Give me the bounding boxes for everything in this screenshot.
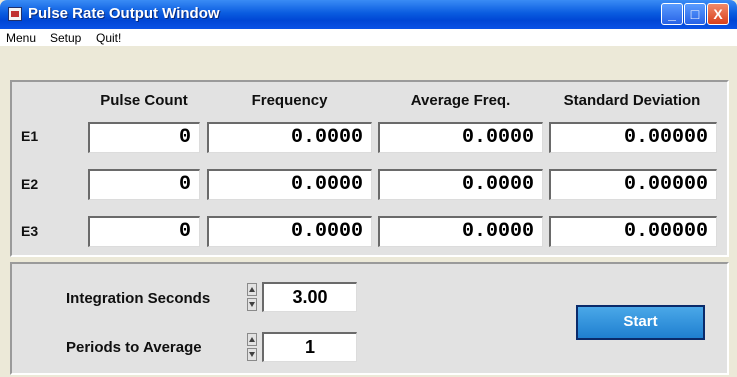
std-dev-e3: 0.00000 bbox=[549, 216, 717, 247]
std-dev-e1: 0.00000 bbox=[549, 122, 717, 153]
pulse-count-e2: 0 bbox=[88, 169, 200, 200]
integration-seconds-input[interactable]: 3.00 bbox=[262, 282, 357, 312]
menu-bar: Menu Setup Quit! bbox=[0, 29, 737, 46]
row-label-e2: E2 bbox=[21, 176, 39, 192]
spin-down-arrow-icon[interactable] bbox=[247, 348, 257, 361]
spin-up-arrow-icon[interactable] bbox=[247, 283, 257, 296]
periods-to-average-input[interactable]: 1 bbox=[262, 332, 357, 362]
std-dev-e2: 0.00000 bbox=[549, 169, 717, 200]
start-button[interactable]: Start bbox=[576, 305, 705, 340]
pulse-count-e3: 0 bbox=[88, 216, 200, 247]
average-freq-e2: 0.0000 bbox=[378, 169, 543, 200]
minimize-button[interactable]: _ bbox=[661, 3, 683, 25]
spin-up-arrow-icon[interactable] bbox=[247, 333, 257, 346]
header-standard-deviation: Standard Deviation bbox=[563, 92, 701, 109]
header-frequency: Frequency bbox=[251, 92, 328, 109]
menu-item-quit[interactable]: Quit! bbox=[96, 31, 121, 45]
integration-seconds-label: Integration Seconds bbox=[66, 290, 211, 307]
frequency-e1: 0.0000 bbox=[207, 122, 372, 153]
integration-seconds-spinner[interactable] bbox=[247, 283, 259, 311]
close-button[interactable]: X bbox=[707, 3, 729, 25]
frequency-e3: 0.0000 bbox=[207, 216, 372, 247]
spin-down-arrow-icon[interactable] bbox=[247, 298, 257, 311]
pulse-rate-output-window: Pulse Rate Output Window _ □ X Menu Setu… bbox=[0, 0, 737, 377]
average-freq-e3: 0.0000 bbox=[378, 216, 543, 247]
menu-item-menu[interactable]: Menu bbox=[6, 31, 36, 45]
pulse-count-e1: 0 bbox=[88, 122, 200, 153]
row-label-e3: E3 bbox=[21, 223, 39, 239]
frequency-e2: 0.0000 bbox=[207, 169, 372, 200]
maximize-button[interactable]: □ bbox=[684, 3, 706, 25]
header-pulse-count: Pulse Count bbox=[100, 92, 188, 109]
menu-item-setup[interactable]: Setup bbox=[50, 31, 81, 45]
periods-to-average-spinner[interactable] bbox=[247, 333, 259, 361]
periods-to-average-label: Periods to Average bbox=[66, 339, 202, 356]
average-freq-e1: 0.0000 bbox=[378, 122, 543, 153]
header-average-freq: Average Freq. bbox=[410, 92, 511, 109]
row-label-e1: E1 bbox=[21, 128, 39, 144]
title-bar[interactable]: Pulse Rate Output Window _ □ X bbox=[0, 0, 737, 29]
app-window-icon[interactable] bbox=[8, 7, 22, 21]
window-title: Pulse Rate Output Window bbox=[28, 5, 220, 22]
